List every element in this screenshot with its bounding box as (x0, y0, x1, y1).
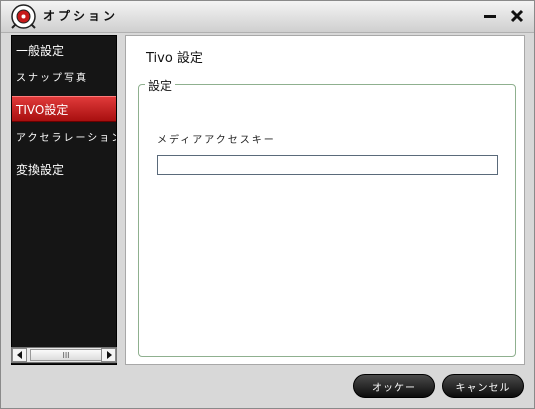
scroll-thumb[interactable]: III (30, 349, 102, 361)
sidebar-item-label: 変換設定 (16, 163, 65, 177)
sidebar-item-label: TIVO設定 (16, 103, 69, 117)
page-title: Tivo 設定 (146, 51, 203, 66)
arrow-right-icon (106, 351, 112, 359)
media-access-key-label: メディアアクセスキー (157, 135, 276, 146)
media-access-key-input[interactable] (157, 155, 498, 175)
sidebar-horizontal-scrollbar[interactable]: III (11, 347, 117, 363)
sidebar-item-label: アクセラレーション (16, 133, 116, 144)
sidebar-item-tivo[interactable]: TIVO設定 (12, 96, 116, 122)
scroll-left-button[interactable] (12, 348, 27, 362)
sidebar-nav: 一般設定 スナップ写真 TIVO設定 アクセラレーション 変換設定 (11, 35, 117, 365)
options-window: オプション 一般設定 スナップ写真 TIVO設定 アクセラレーション 変換設定 (0, 0, 535, 409)
app-logo-icon (11, 4, 36, 29)
scroll-right-button[interactable] (101, 348, 116, 362)
sidebar-item-general[interactable]: 一般設定 (12, 38, 116, 64)
title-bar[interactable]: オプション (1, 1, 534, 33)
close-button[interactable] (508, 7, 526, 25)
sidebar-item-conversion[interactable]: 変換設定 (12, 157, 116, 183)
ok-button[interactable]: オッケー (353, 374, 435, 398)
sidebar-item-snapshot[interactable]: スナップ写真 (12, 66, 116, 92)
minimize-button[interactable] (481, 7, 499, 25)
sidebar-item-label: 一般設定 (16, 44, 65, 58)
minimize-icon (484, 15, 496, 18)
close-icon (510, 9, 524, 23)
cancel-button[interactable]: キャンセル (442, 374, 524, 398)
sidebar-item-label: スナップ写真 (16, 73, 88, 84)
group-label: 設定 (145, 77, 176, 94)
sidebar-item-acceleration[interactable]: アクセラレーション (12, 126, 116, 152)
settings-group: 設定 メディアアクセスキー (138, 77, 516, 357)
settings-panel: Tivo 設定 設定 メディアアクセスキー (125, 35, 525, 365)
window-title: オプション (43, 9, 119, 23)
arrow-left-icon (16, 351, 22, 359)
